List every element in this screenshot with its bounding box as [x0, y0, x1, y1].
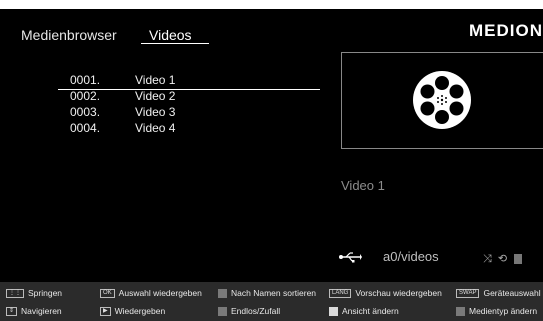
brand-logo: MEDION [469, 21, 543, 40]
legend-key: LANG [329, 289, 352, 299]
color-key [218, 307, 227, 317]
preview-panel [341, 52, 543, 149]
usb-icon [339, 252, 362, 263]
footer-legend: ⋮⋮ Springen OK Auswahl wiedergeben Nach Na… [0, 282, 543, 321]
film-reel-icon [413, 71, 471, 129]
legend-key: ⇕ [6, 307, 18, 317]
legend-springen: ⋮⋮ Springen [6, 288, 63, 299]
list-item-title: Video 1 [135, 73, 176, 87]
legend-vorschau-wiedergeben: LANG Vorschau wiedergeben [329, 288, 442, 299]
legend-ansicht-aendern: Ansicht ändern [329, 306, 399, 317]
legend-key: OK [100, 289, 115, 299]
legend-wiedergeben: ▶ Wiedergeben [100, 306, 166, 317]
color-key [456, 307, 465, 317]
legend-label: Geräteauswahl [483, 288, 541, 298]
legend-geraeteauswahl: SWAP Geräteauswahl [456, 288, 541, 299]
legend-navigieren: ⇕ Navigieren [6, 306, 62, 317]
legend-key: ⋮⋮ [6, 289, 24, 299]
color-key [329, 307, 338, 317]
repeat-icon: ⟲ [497, 253, 508, 265]
list-item-title: Video 4 [135, 121, 176, 135]
legend-endlos-zufall: Endlos/Zufall [218, 306, 281, 317]
top-white-bar [0, 0, 543, 9]
legend-label: Nach Namen sortieren [231, 288, 317, 298]
view-icon [514, 254, 523, 265]
legend-auswahl-wiedergeben: OK Auswahl wiedergeben [100, 288, 202, 299]
selection-underline [58, 89, 320, 90]
shuffle-icon: ⤨ [483, 253, 492, 265]
legend-label: Wiedergeben [114, 306, 166, 316]
list-item-number: 0002. [70, 89, 101, 103]
legend-label: Ansicht ändern [342, 306, 399, 316]
preview-title: Video 1 [341, 178, 385, 193]
legend-nach-namen-sortieren: Nach Namen sortieren [218, 288, 317, 299]
breadcrumb-underline [141, 43, 209, 44]
list-item-title: Video 3 [135, 105, 176, 119]
list-item-number: 0001. [70, 73, 101, 87]
legend-label: Auswahl wiedergeben [118, 288, 202, 298]
list-item-number: 0004. [70, 121, 101, 135]
list-item-title: Video 2 [135, 89, 176, 103]
legend-label: Medientyp ändern [469, 306, 538, 316]
color-key [218, 289, 227, 299]
legend-label: Vorschau wiedergeben [355, 288, 442, 298]
legend-key: SWAP [456, 289, 480, 299]
legend-medientyp-aendern: Medientyp ändern [456, 306, 538, 317]
legend-label: Springen [28, 288, 63, 298]
legend-label: Navigieren [21, 306, 62, 316]
list-item-number: 0003. [70, 105, 101, 119]
breadcrumb-videos[interactable]: Videos [149, 27, 192, 43]
breadcrumb-media-browser[interactable]: Medienbrowser [21, 27, 117, 43]
folder-path: a0/videos [383, 249, 439, 264]
mode-icons: ⤨ ⟲ [483, 252, 523, 266]
legend-label: Endlos/Zufall [231, 306, 281, 316]
legend-key: ▶ [100, 307, 111, 317]
